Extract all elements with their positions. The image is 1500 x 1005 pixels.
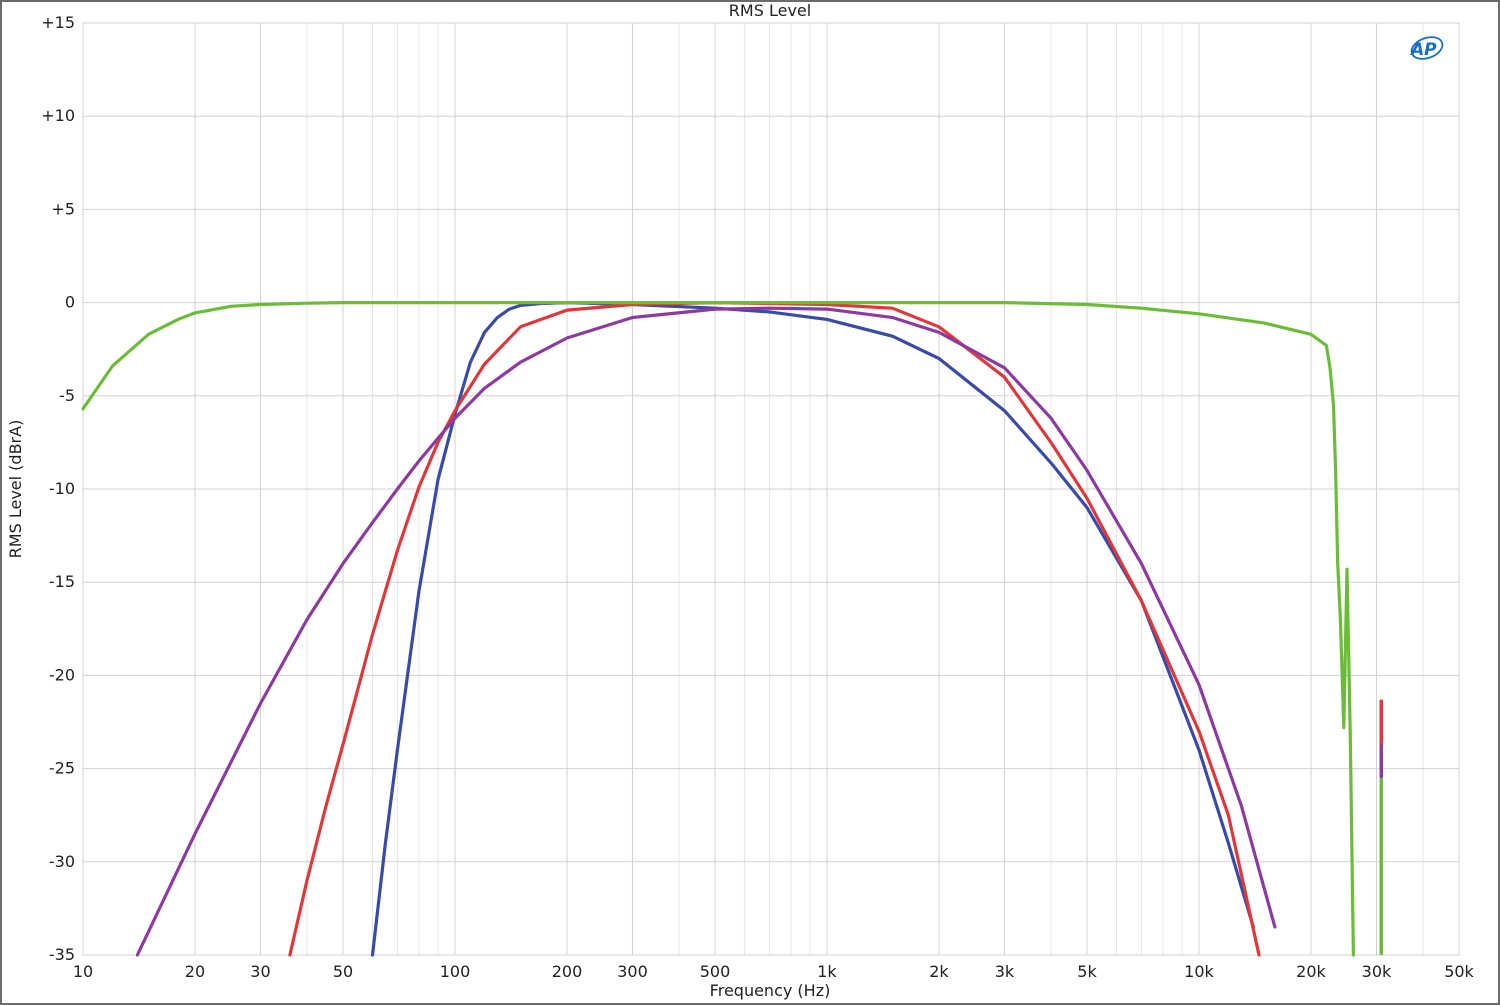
y-tick-label: -25 [49, 759, 75, 778]
x-tick-label: 50 [333, 962, 353, 981]
y-tick-label: +5 [51, 199, 75, 218]
x-tick-label: 20k [1296, 962, 1326, 981]
y-tick-label: -5 [59, 386, 75, 405]
chart-svg: RMS Level +15+10+50-5-10-15-20-25-30-35 … [6, 1, 1475, 1000]
y-tick-label: +15 [41, 13, 75, 32]
y-tick-label: -30 [49, 852, 75, 871]
x-tick-label: 1k [817, 962, 837, 981]
x-tick-label: 10k [1184, 962, 1214, 981]
y-tick-label: -10 [49, 479, 75, 498]
x-tick-label: 300 [617, 962, 648, 981]
y-tick-label: -15 [49, 572, 75, 591]
y-tick-label: -35 [49, 945, 75, 964]
y-tick-label: 0 [65, 293, 75, 312]
x-tick-label: 200 [552, 962, 583, 981]
x-tick-label: 3k [995, 962, 1015, 981]
x-tick-label: 30 [250, 962, 270, 981]
y-tick-label: +10 [41, 106, 75, 125]
y-tick-labels: +15 +10 +5 0 -5 -10 -15 -20 -25 -30 -35 [41, 13, 75, 964]
x-tick-labels: 10 20 30 50 100 200 300 500 1k 2k 3k 5k 10k 20k 30k 50k [73, 962, 1475, 981]
x-tick-label: 100 [440, 962, 471, 981]
x-tick-label: 30k [1362, 962, 1392, 981]
chart-title: RMS Level [729, 1, 811, 20]
ap-logo-text: AP [1409, 40, 1437, 60]
x-axis-title: Frequency (Hz) [710, 981, 831, 1000]
x-tick-label: 20 [185, 962, 205, 981]
x-tick-label: 50k [1444, 962, 1474, 981]
y-axis-title: RMS Level (dBrA) [6, 420, 25, 559]
y-tick-label: -20 [49, 665, 75, 684]
x-tick-label: 10 [73, 962, 93, 981]
x-tick-label: 2k [929, 962, 949, 981]
x-tick-label: 500 [700, 962, 731, 981]
x-tick-label: 5k [1077, 962, 1097, 981]
